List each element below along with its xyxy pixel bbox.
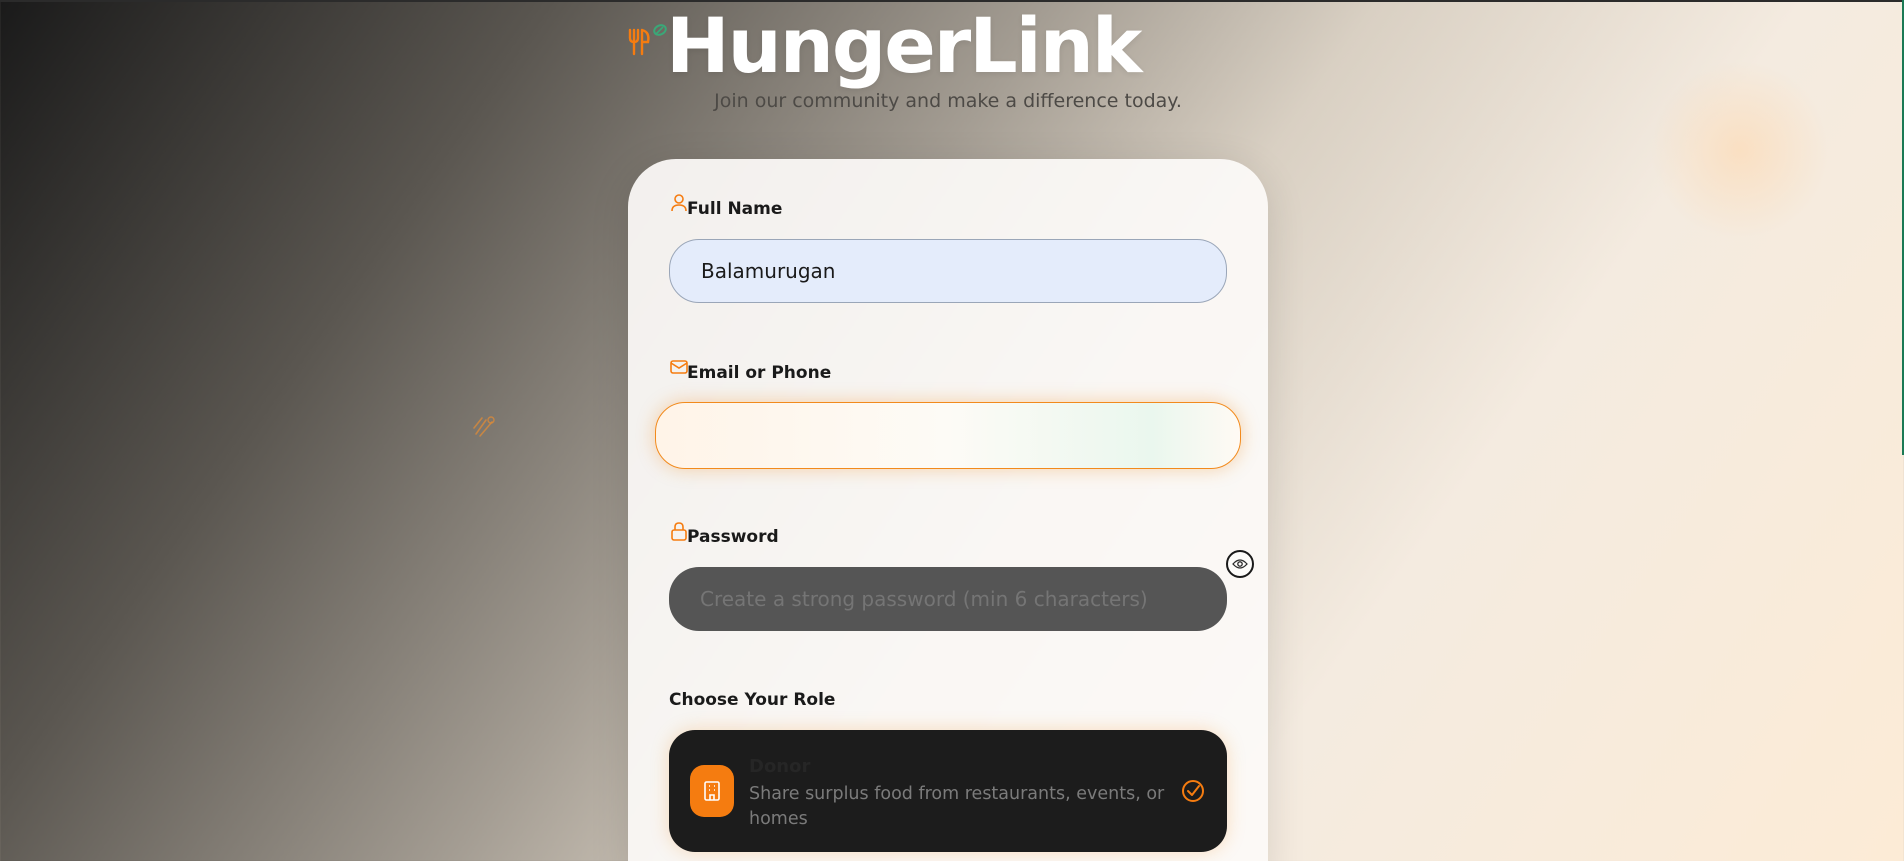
user-icon [671, 194, 687, 212]
password-label: Password [669, 522, 779, 547]
brand-header: HungerLink [628, 0, 1142, 90]
sparkle-decoration-icon [473, 416, 495, 437]
role-option-donor[interactable]: Donor Share surplus food from restaurant… [669, 730, 1227, 852]
background-glow [1650, 60, 1830, 240]
lock-icon [671, 522, 687, 541]
check-circle-icon [1182, 780, 1204, 802]
email-label: Email or Phone [669, 360, 832, 383]
building-icon [690, 765, 734, 817]
eye-icon [1232, 559, 1248, 569]
page-subtitle: Join our community and make a difference… [714, 90, 1182, 112]
signup-card: Full Name Email or Phone Password Choose… [628, 159, 1268, 861]
full-name-label: Full Name [669, 194, 783, 219]
role-label-text: Choose Your Role [669, 690, 836, 710]
brand-title: HungerLink [666, 1, 1142, 90]
password-input[interactable] [669, 567, 1227, 631]
email-input[interactable] [655, 402, 1241, 469]
password-label-text: Password [687, 527, 779, 547]
role-title: Donor [749, 756, 811, 777]
toggle-password-visibility-button[interactable] [1226, 550, 1254, 578]
role-description: Share surplus food from restaurants, eve… [749, 784, 1165, 829]
email-label-text: Email or Phone [687, 363, 832, 383]
mail-icon [670, 360, 688, 374]
full-name-input[interactable] [669, 239, 1227, 303]
utensils-leaf-logo-icon [628, 24, 667, 62]
full-name-label-text: Full Name [687, 199, 783, 219]
role-label: Choose Your Role [669, 690, 835, 710]
